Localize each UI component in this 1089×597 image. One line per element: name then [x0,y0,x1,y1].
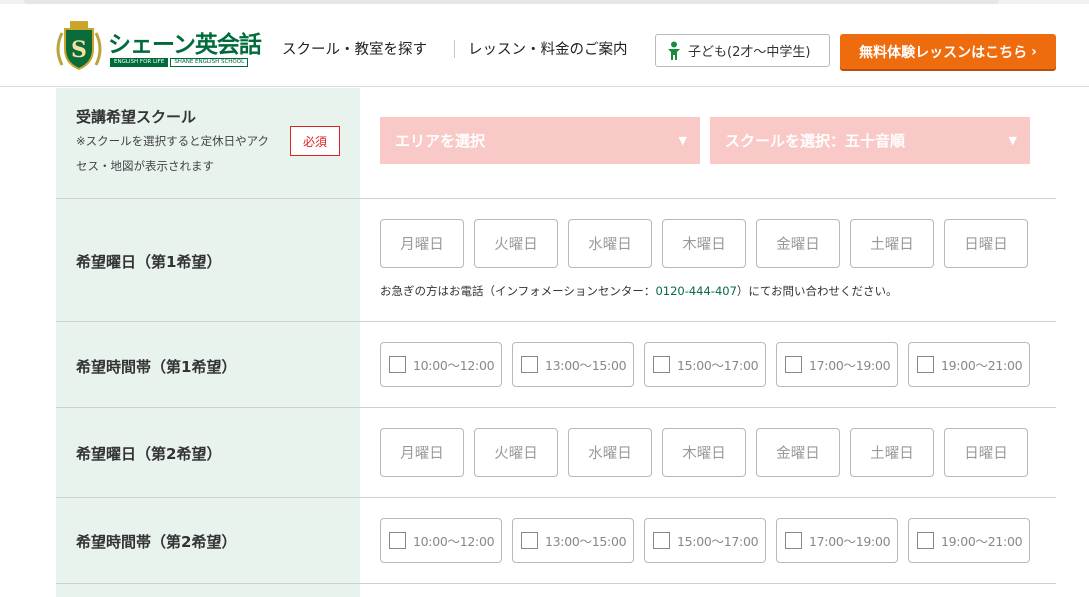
day2-row-title: 希望曜日（第2希望） [76,445,222,463]
time-slot-label: 19:00〜21:00 [941,534,1023,549]
school-note: ※スクールを選択すると定休日やアクセス・地図が表示されます [76,134,270,173]
time-slot-label: 13:00〜15:00 [545,534,627,549]
logo-tag-school-name: SHANE ENGLISH SCHOOL [170,58,249,67]
chevron-right-icon: › [1031,43,1037,60]
checkbox[interactable] [653,356,670,373]
day1-tue-button[interactable]: 火曜日 [474,219,558,268]
time-slot-label: 15:00〜17:00 [677,534,759,549]
time1-slot-5[interactable]: 19:00〜21:00 [908,342,1030,387]
shield-emblem-icon: S [56,21,102,71]
dropdown-arrow-icon: ▼ [678,134,687,147]
day2-sun-button[interactable]: 日曜日 [944,428,1028,477]
day2-mon-button[interactable]: 月曜日 [380,428,464,477]
time2-row-title: 希望時間帯（第2希望） [76,533,237,551]
logo-tag-english-for-life: ENGLISH FOR LIFE [110,58,169,67]
help-phone-number[interactable]: 0120-444-407 [655,284,736,298]
nav-find-school[interactable]: スクール・教室を探す [282,38,427,59]
day1-fri-button[interactable]: 金曜日 [756,219,840,268]
time2-row: 希望時間帯（第2希望） 10:00〜12:00 13:00〜15:00 15:0… [56,498,1056,584]
required-badge: 必須 [290,126,340,156]
kids-course-button[interactable]: 子ども(2才〜中学生) [655,34,830,67]
school-select[interactable]: スクールを選択：五十音順 ▼ [710,117,1030,164]
help-text-after: ）にてお問い合わせください。 [736,284,898,298]
day2-wed-button[interactable]: 水曜日 [568,428,652,477]
checkbox[interactable] [917,532,934,549]
day2-thu-button[interactable]: 木曜日 [662,428,746,477]
time1-slot-4[interactable]: 17:00〜19:00 [776,342,898,387]
child-icon [668,41,680,60]
day2-fri-button[interactable]: 金曜日 [756,428,840,477]
nav-divider [454,40,455,58]
time1-slot-1[interactable]: 10:00〜12:00 [380,342,502,387]
free-trial-label: 無料体験レッスンはこちら [859,44,1028,61]
row-divider [56,583,1056,584]
checkbox[interactable] [785,532,802,549]
time-slot-label: 19:00〜21:00 [941,358,1023,373]
phone-help-text: お急ぎの方はお電話（インフォメーションセンター：0120-444-407）にてお… [380,283,898,299]
checkbox[interactable] [389,532,406,549]
time2-slot-1[interactable]: 10:00〜12:00 [380,518,502,563]
time-slot-label: 17:00〜19:00 [809,534,891,549]
time2-slot-3[interactable]: 15:00〜17:00 [644,518,766,563]
shane-logo[interactable]: S シェーン英会話 ENGLISH FOR LIFE SHANE ENGLISH… [56,19,262,74]
area-select-label: エリアを選択 [395,132,486,150]
free-trial-button[interactable]: 無料体験レッスンはこちら › [840,34,1056,69]
school-select-label: スクールを選択：五十音順 [725,132,906,150]
day1-row: 希望曜日（第1希望） 月曜日 火曜日 水曜日 木曜日 金曜日 土曜日 日曜日 お… [56,199,1056,322]
day2-row: 希望曜日（第2希望） 月曜日 火曜日 水曜日 木曜日 金曜日 土曜日 日曜日 [56,408,1056,498]
logo-wordmark: シェーン英会話 [108,32,262,58]
school-row: 受講希望スクール ※スクールを選択すると定休日やアクセス・地図が表示されます 必… [56,88,1056,199]
nav-lesson-pricing[interactable]: レッスン・料金のご案内 [468,38,628,59]
time2-slot-2[interactable]: 13:00〜15:00 [512,518,634,563]
day2-sat-button[interactable]: 土曜日 [850,428,934,477]
time2-slot-5[interactable]: 19:00〜21:00 [908,518,1030,563]
svg-text:S: S [71,37,87,63]
day1-wed-button[interactable]: 水曜日 [568,219,652,268]
checkbox[interactable] [521,532,538,549]
school-row-title: 受講希望スクール [76,108,197,126]
dropdown-arrow-icon: ▼ [1008,134,1017,147]
logo-tagline: ENGLISH FOR LIFE SHANE ENGLISH SCHOOL [110,58,249,67]
time-slot-label: 17:00〜19:00 [809,358,891,373]
day1-thu-button[interactable]: 木曜日 [662,219,746,268]
site-header: S シェーン英会話 ENGLISH FOR LIFE SHANE ENGLISH… [0,4,1089,87]
help-text-before: お急ぎの方はお電話（インフォメーションセンター： [380,284,656,298]
checkbox[interactable] [521,356,538,373]
time1-slot-3[interactable]: 15:00〜17:00 [644,342,766,387]
time1-row: 希望時間帯（第1希望） 10:00〜12:00 13:00〜15:00 15:0… [56,322,1056,408]
kids-course-label: 子ども(2才〜中学生) [688,45,811,60]
time1-slot-2[interactable]: 13:00〜15:00 [512,342,634,387]
time-slot-label: 13:00〜15:00 [545,358,627,373]
day1-row-title: 希望曜日（第1希望） [76,253,222,271]
checkbox[interactable] [785,356,802,373]
day1-sun-button[interactable]: 日曜日 [944,219,1028,268]
time1-row-title: 希望時間帯（第1希望） [76,358,237,376]
area-select[interactable]: エリアを選択 ▼ [380,117,700,164]
time-slot-label: 10:00〜12:00 [413,534,495,549]
day2-tue-button[interactable]: 火曜日 [474,428,558,477]
checkbox[interactable] [389,356,406,373]
time-slot-label: 10:00〜12:00 [413,358,495,373]
checkbox[interactable] [653,532,670,549]
lesson-request-form: 受講希望スクール ※スクールを選択すると定休日やアクセス・地図が表示されます 必… [56,88,1056,597]
day1-sat-button[interactable]: 土曜日 [850,219,934,268]
day1-mon-button[interactable]: 月曜日 [380,219,464,268]
time-slot-label: 15:00〜17:00 [677,358,759,373]
time2-slot-4[interactable]: 17:00〜19:00 [776,518,898,563]
checkbox[interactable] [917,356,934,373]
